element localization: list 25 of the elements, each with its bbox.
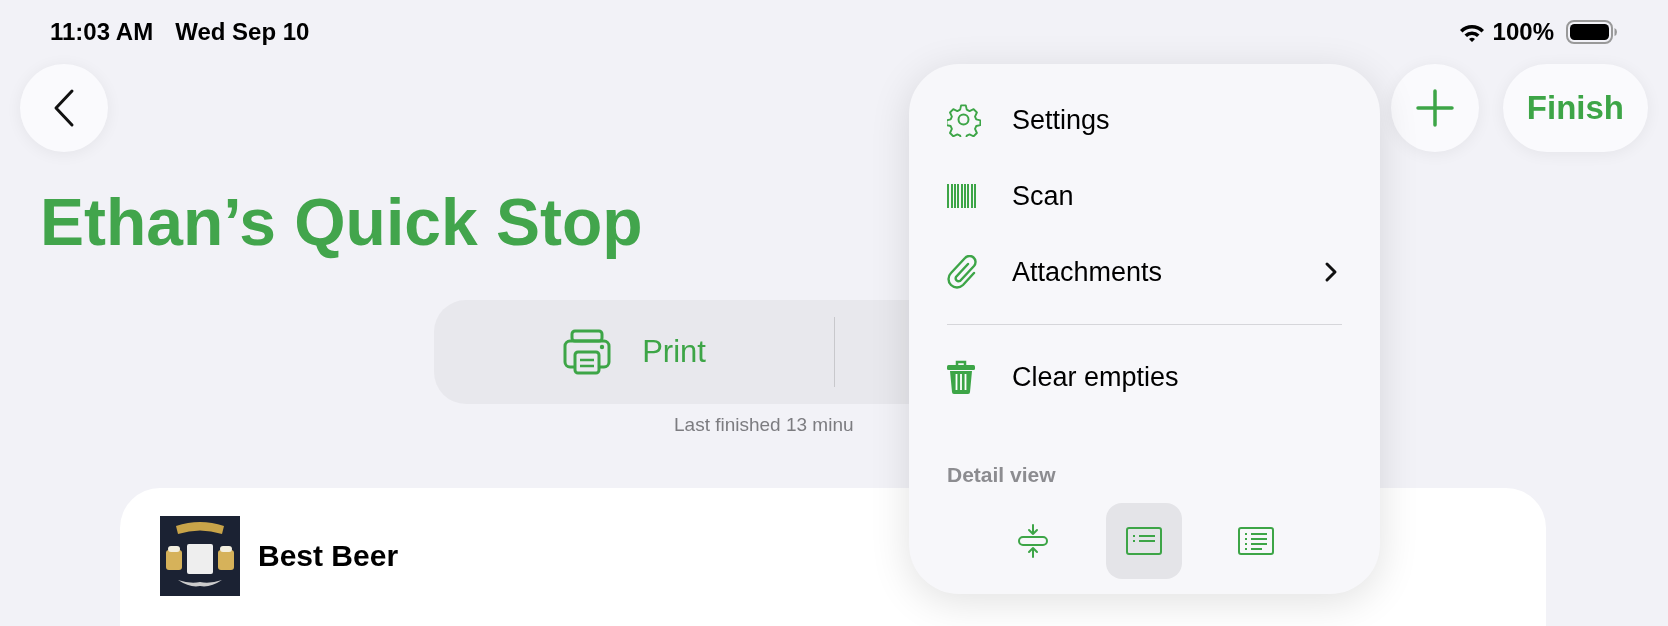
compress-icon bbox=[1015, 524, 1050, 558]
printer-icon bbox=[562, 329, 613, 375]
page-title: Ethan’s Quick Stop bbox=[40, 186, 643, 258]
menu-item[interactable]: Attachments bbox=[947, 234, 1342, 310]
barcode-icon bbox=[947, 184, 977, 208]
menu-item[interactable]: Settings bbox=[947, 82, 1342, 158]
wifi-icon bbox=[1458, 22, 1485, 42]
plus-icon bbox=[1415, 89, 1454, 127]
section-label: Detail view bbox=[947, 463, 1056, 487]
battery-icon bbox=[1566, 20, 1618, 44]
detailed-list-icon bbox=[1238, 527, 1275, 555]
chevron-right-icon bbox=[1324, 261, 1338, 283]
chevron-left-icon bbox=[52, 88, 76, 128]
paperclip-icon bbox=[947, 255, 979, 289]
last-finished-text: Last finished 13 minu bbox=[674, 414, 854, 436]
list-card-icon bbox=[1126, 527, 1163, 555]
status-time: 11:03 AM bbox=[50, 18, 154, 46]
settings-icon bbox=[947, 103, 981, 137]
menu-item[interactable]: Clear empties bbox=[947, 339, 1342, 415]
item-name[interactable]: Best Beer bbox=[258, 539, 399, 573]
trash-icon bbox=[947, 360, 975, 394]
battery-percentage: 100% bbox=[1492, 18, 1554, 46]
status-date: Wed Sep 10 bbox=[175, 18, 310, 46]
menu-item[interactable]: Scan bbox=[947, 158, 1342, 234]
view-option-button[interactable] bbox=[1106, 503, 1183, 579]
